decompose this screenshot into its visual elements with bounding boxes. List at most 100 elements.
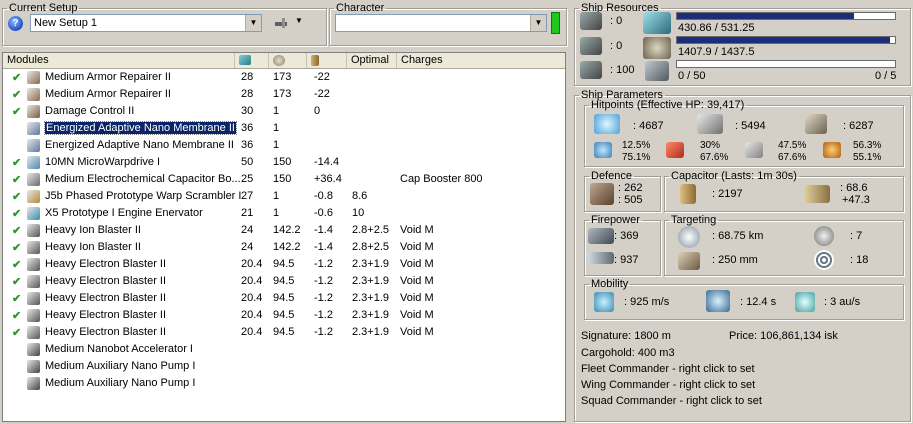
module-active-check-icon[interactable]: ✔ (12, 241, 21, 254)
module-active-check-icon[interactable]: ✔ (12, 71, 21, 84)
table-row[interactable]: ✔ Heavy Electron Blaster II 20.4 94.5 -1.2 2.… (3, 290, 565, 307)
module-name: Medium Auxiliary Nano Pump I (45, 360, 196, 372)
table-row[interactable]: ✔ Heavy Ion Blaster II 24 142.2 -1.4 2.8+2.5 V… (3, 239, 565, 256)
module-powergrid: 173 (273, 71, 292, 83)
module-active-check-icon[interactable]: ✔ (12, 258, 21, 271)
module-name: Medium Armor Repairer II (45, 88, 171, 100)
module-name: Heavy Electron Blaster II (45, 275, 167, 287)
module-icon (27, 360, 40, 373)
defence-label: Defence (591, 170, 632, 182)
module-optimal: 2.8+2.5 (352, 224, 390, 236)
column-header-optimal[interactable]: Optimal (347, 53, 397, 68)
table-row[interactable]: ✔ Medium Electrochemical Capacitor Bo... 2… (3, 171, 565, 188)
chevron-down-icon[interactable]: ▼ (530, 15, 546, 31)
capacitor-recharge-icon (804, 185, 830, 203)
table-row[interactable]: ✔ Medium Armor Repairer II 28 173 -22 (3, 86, 565, 103)
module-name: Medium Armor Repairer II (45, 71, 171, 83)
column-header-capacitor[interactable] (307, 53, 347, 68)
table-row[interactable]: ✔ Heavy Electron Blaster II 20.4 94.5 -1.2 2.… (3, 256, 565, 273)
active-drones-text: 0 / 5 (875, 70, 897, 82)
module-charges: Void M (400, 275, 434, 287)
setup-select[interactable]: New Setup 1 ▼ (30, 14, 262, 32)
targeting-group: Targeting (664, 214, 904, 276)
table-row[interactable]: ✔ Heavy Ion Blaster II 24 142.2 -1.4 2.8+2.5 V… (3, 222, 565, 239)
capacitor-recharge-rate: +47.3 (842, 194, 870, 206)
module-cpu: 24 (241, 224, 254, 236)
table-row[interactable]: ✔ Heavy Electron Blaster II 20.4 94.5 -1.2 2.… (3, 307, 565, 324)
module-name: Energized Adaptive Nano Membrane II (45, 139, 234, 151)
module-capacitor: +36.4 (314, 173, 342, 185)
powergrid-bar-fill (677, 37, 891, 43)
launcher-hardpoint-icon (580, 37, 602, 55)
module-powergrid: 150 (273, 156, 292, 168)
wing-commander[interactable]: Wing Commander - right click to set (581, 379, 755, 391)
fleet-commander[interactable]: Fleet Commander - right click to set (581, 363, 755, 375)
table-row[interactable]: ✔ Medium Armor Repairer II 28 173 -22 (3, 69, 565, 86)
table-row[interactable]: Energized Adaptive Nano Membrane II 36 1 (3, 120, 565, 137)
capacitor-icon (311, 55, 319, 66)
column-header-cpu[interactable] (235, 53, 269, 68)
module-icon (27, 105, 40, 118)
module-name: Damage Control II (45, 105, 135, 117)
setup-tools-button[interactable]: ▼ (274, 15, 304, 31)
module-icon (27, 88, 40, 101)
squad-commander[interactable]: Squad Commander - right click to set (581, 395, 762, 407)
targeting-range-icon (678, 226, 700, 248)
module-active-check-icon[interactable]: ✔ (12, 309, 21, 322)
align-time: : 12.4 s (740, 296, 777, 308)
structure-icon (805, 114, 827, 134)
table-row[interactable]: ✔ J5b Phased Prototype Warp Scrambler I 27… (3, 188, 565, 205)
column-header-modules[interactable]: Modules (3, 53, 235, 68)
table-row[interactable]: Medium Nanobot Accelerator I (3, 341, 565, 358)
mobility-label: Mobility (591, 278, 629, 290)
column-header-charges[interactable]: Charges (397, 53, 565, 68)
table-row[interactable]: Medium Auxiliary Nano Pump I (3, 375, 565, 392)
chevron-down-icon[interactable]: ▼ (245, 15, 261, 31)
help-icon[interactable]: ? (8, 16, 23, 31)
turret-hardpoint-icon (580, 12, 602, 30)
module-powergrid: 94.5 (273, 326, 295, 338)
table-row[interactable]: ✔ Heavy Electron Blaster II 20.4 94.5 -1.2 2.… (3, 273, 565, 290)
shield-hp: : 4687 (633, 120, 664, 132)
module-charges: Void M (400, 326, 434, 338)
module-optimal: 2.3+1.9 (352, 326, 390, 338)
modules-list[interactable]: Modules Optimal Charges ✔ Medium Armor Re… (2, 52, 566, 422)
module-active-check-icon[interactable]: ✔ (12, 105, 21, 118)
module-optimal: 2.3+1.9 (352, 258, 390, 270)
module-name: Medium Auxiliary Nano Pump I (45, 377, 196, 389)
capacitor-label: Capacitor (Lasts: 1m 30s) (671, 170, 797, 182)
module-active-check-icon[interactable]: ✔ (12, 173, 21, 186)
column-header-powergrid[interactable] (269, 53, 307, 68)
table-row[interactable]: Medium Auxiliary Nano Pump I (3, 358, 565, 375)
cpu-icon (239, 55, 251, 65)
max-targets-icon (814, 226, 834, 246)
module-capacitor: -1.2 (314, 275, 333, 287)
sensor-strength: : 18 (850, 254, 869, 266)
module-active-check-icon[interactable]: ✔ (12, 326, 21, 339)
module-optimal: 2.3+1.9 (352, 292, 390, 304)
table-row[interactable]: ✔ Damage Control II 30 1 0 (3, 103, 565, 120)
table-row[interactable]: Energized Adaptive Nano Membrane II 36 1 (3, 137, 565, 154)
module-powergrid: 1 (273, 105, 280, 117)
table-row[interactable]: ✔ 10MN MicroWarpdrive I 50 150 -14.4 (3, 154, 565, 171)
align-time-icon (706, 290, 730, 312)
defence-value-2: : 505 (618, 194, 643, 206)
table-row[interactable]: ✔ Heavy Electron Blaster II 20.4 94.5 -1.2 2.… (3, 324, 565, 341)
module-active-check-icon[interactable]: ✔ (12, 156, 21, 169)
module-name: Heavy Ion Blaster II (45, 224, 141, 236)
table-row[interactable]: ✔ X5 Prototype I Engine Enervator 21 1 -0.6 1… (3, 205, 565, 222)
drone-bandwidth-bar (676, 60, 896, 68)
module-active-check-icon[interactable]: ✔ (12, 292, 21, 305)
module-active-check-icon[interactable]: ✔ (12, 190, 21, 203)
module-icon (27, 224, 40, 237)
module-active-check-icon[interactable]: ✔ (12, 275, 21, 288)
module-powergrid: 150 (273, 173, 292, 185)
module-capacitor: -0.8 (314, 190, 333, 202)
chevron-down-icon: ▼ (295, 16, 303, 25)
module-active-check-icon[interactable]: ✔ (12, 207, 21, 220)
module-active-check-icon[interactable]: ✔ (12, 224, 21, 237)
module-cpu: 28 (241, 88, 254, 100)
character-select[interactable]: ▼ (335, 14, 547, 32)
module-active-check-icon[interactable]: ✔ (12, 88, 21, 101)
em-resist-shield: 12.5% (622, 140, 651, 151)
